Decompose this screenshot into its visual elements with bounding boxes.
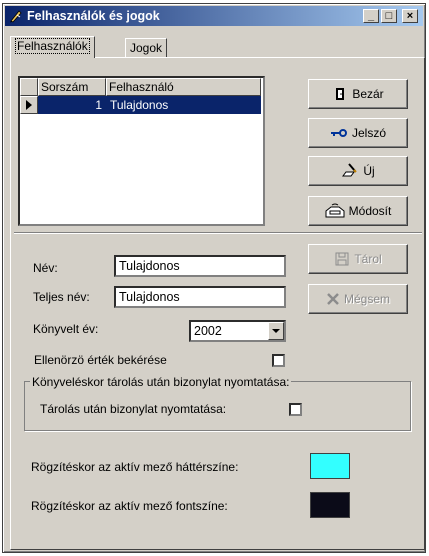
pen-icon [9, 9, 23, 23]
modify-label: Módosít [348, 204, 392, 218]
cancel-button[interactable]: Mégsem [308, 284, 408, 314]
title-bar[interactable]: Felhasználók és jogok _ □ × [5, 6, 423, 26]
row-indicator [20, 96, 38, 114]
table-row[interactable]: 1 Tulajdonos [20, 96, 263, 114]
maximize-button[interactable]: □ [381, 9, 397, 23]
password-button[interactable]: Jelszó [308, 118, 408, 148]
tab-jogok[interactable]: Jogok [125, 38, 168, 58]
column-header-felhasznalo[interactable]: Felhasználó [106, 78, 261, 96]
print-group-title: Könyveléskor tárolás után bizonylat nyom… [30, 375, 292, 389]
cell-sorszam[interactable]: 1 [38, 96, 106, 114]
section-divider [14, 232, 422, 234]
dropdown-button[interactable] [268, 322, 284, 340]
close-window-button[interactable]: Bezár [308, 79, 408, 109]
tab-label: Felhasználók [15, 38, 90, 54]
key-icon [330, 129, 347, 137]
checksum-checkbox[interactable] [272, 354, 285, 367]
minimize-button[interactable]: _ [363, 9, 379, 23]
checksum-label: Ellenörzö érték bekérése [34, 353, 167, 367]
bg-color-swatch[interactable] [310, 453, 350, 479]
save-button[interactable]: Tárol [308, 244, 408, 274]
name-input[interactable]: Tulajdonos [114, 255, 286, 277]
cell-felhasznalo[interactable]: Tulajdonos [106, 96, 261, 114]
password-label: Jelszó [351, 126, 386, 140]
print-checkbox[interactable] [289, 403, 302, 416]
new-user-label: Új [363, 164, 375, 178]
print-label: Tárolás után bizonylat nyomtatása: [40, 402, 227, 416]
edit-icon [325, 203, 345, 218]
new-document-icon [342, 163, 358, 177]
door-icon [336, 88, 345, 100]
cancel-x-icon [327, 293, 339, 305]
fullname-label: Teljes név: [33, 290, 90, 304]
year-select[interactable]: 2002 [189, 320, 286, 342]
window-title: Felhasználók és jogok [27, 9, 160, 23]
close-button[interactable]: × [402, 9, 418, 23]
row-pointer-icon [26, 100, 32, 110]
modify-button[interactable]: Módosít [308, 196, 408, 226]
bg-color-label: Rögzítéskor az aktív mező háttérszíne: [31, 460, 239, 474]
font-color-swatch[interactable] [310, 492, 350, 518]
grid-indicator-header [20, 78, 38, 96]
year-label: Könyvelt év: [33, 322, 99, 336]
cancel-label: Mégsem [343, 292, 390, 306]
fullname-input[interactable]: Tulajdonos [114, 286, 286, 308]
save-label: Tárol [354, 252, 382, 266]
font-color-label: Rögzítéskor az aktív mező fontszíne: [31, 499, 228, 513]
users-grid[interactable]: Sorszám Felhasználó 1 Tulajdonos [18, 76, 265, 226]
chevron-down-icon [272, 329, 280, 333]
column-header-sorszam[interactable]: Sorszám [38, 78, 106, 96]
save-disk-icon [335, 252, 349, 266]
year-value: 2002 [194, 324, 222, 338]
new-user-button[interactable]: Új [308, 156, 408, 186]
tab-felhasznalok[interactable]: Felhasználók [10, 36, 95, 58]
close-window-label: Bezár [352, 87, 384, 101]
tab-label: Jogok [130, 41, 163, 55]
name-label: Név: [33, 261, 58, 275]
